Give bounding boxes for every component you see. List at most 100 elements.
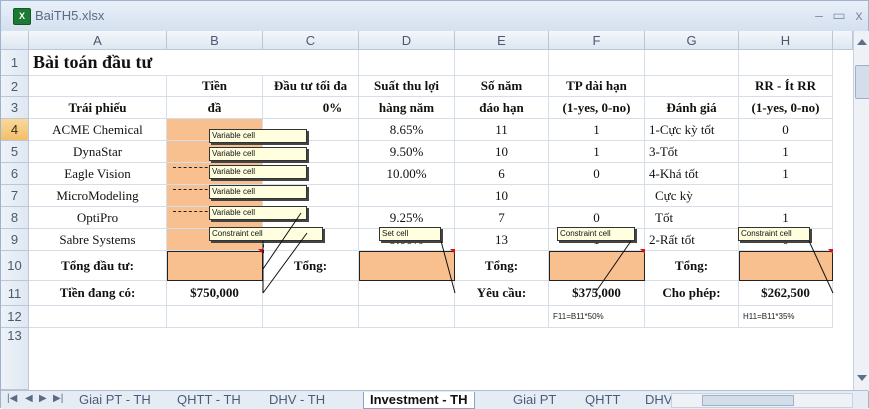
cell-d3[interactable]: hàng năm xyxy=(359,97,455,119)
required-formula-note[interactable]: F11=B11*50% xyxy=(549,306,645,328)
scroll-thumb[interactable] xyxy=(855,65,869,99)
cell-a12[interactable] xyxy=(29,306,167,328)
allowed-label[interactable]: Cho phép: xyxy=(645,281,739,306)
cell-h2[interactable]: RR - Ít RR xyxy=(739,76,833,97)
row-header[interactable]: 10 xyxy=(1,251,29,281)
cell-d2[interactable]: Suất thu lợi xyxy=(359,76,455,97)
rating[interactable]: Tốt xyxy=(645,207,739,229)
total-invest-cell[interactable] xyxy=(167,251,263,281)
last-sheet-icon[interactable]: ▶| xyxy=(53,393,63,404)
sheet-tab[interactable]: Giai PT xyxy=(507,392,562,408)
minimize-button[interactable]: – xyxy=(811,7,827,23)
total-invest-label[interactable]: Tổng đầu tư: xyxy=(29,251,167,281)
vertical-scrollbar[interactable] xyxy=(853,31,869,391)
cell-h1[interactable] xyxy=(739,50,833,76)
sheet-tab-active[interactable]: Investment - TH xyxy=(363,392,475,409)
column-header-d[interactable]: D xyxy=(359,31,455,50)
annual-return[interactable]: 9.25% xyxy=(359,207,455,229)
row-header[interactable]: 3 xyxy=(1,97,29,119)
bond-name[interactable]: ACME Chemical xyxy=(29,119,167,141)
column-header-f[interactable]: F xyxy=(549,31,645,50)
row-header[interactable]: 7 xyxy=(1,185,29,207)
cell-d12[interactable] xyxy=(359,306,455,328)
rating[interactable]: 2-Rất tốt xyxy=(645,229,739,251)
cell-c3[interactable]: 0% xyxy=(263,97,359,119)
available-money-label[interactable]: Tiền đang có: xyxy=(29,281,167,306)
bond-name[interactable]: OptiPro xyxy=(29,207,167,229)
years-to-maturity[interactable]: 10 xyxy=(455,185,549,207)
cell-f2[interactable]: TP dài hạn xyxy=(549,76,645,97)
allowed-formula-note[interactable]: H11=B11*35% xyxy=(739,306,833,328)
cell-a3[interactable]: Trái phiếu xyxy=(29,97,167,119)
years-to-maturity[interactable]: 10 xyxy=(455,141,549,163)
cell-b3[interactable]: đầ xyxy=(167,97,263,119)
column-header-g[interactable]: G xyxy=(645,31,739,50)
scroll-down-icon[interactable] xyxy=(857,375,867,381)
column-header-a[interactable]: A xyxy=(29,31,167,50)
bond-name[interactable]: Sabre Systems xyxy=(29,229,167,251)
annual-return[interactable]: 10.00% xyxy=(359,163,455,185)
row-header[interactable]: 4 xyxy=(1,119,29,141)
close-button[interactable]: x xyxy=(851,7,867,23)
total-label-g[interactable]: Tổng: xyxy=(645,251,739,281)
next-sheet-icon[interactable]: ▶ xyxy=(39,393,47,404)
long-term-flag[interactable]: 1 xyxy=(549,119,645,141)
cell-e1[interactable] xyxy=(455,50,549,76)
annual-return[interactable]: 9.50% xyxy=(359,141,455,163)
cell-d11[interactable] xyxy=(359,281,455,306)
variable-cell-note[interactable]: Variable cell xyxy=(209,147,307,161)
variable-cell-note[interactable]: Variable cell xyxy=(209,185,307,199)
available-money-value[interactable]: $750,000 xyxy=(167,281,263,306)
row-header[interactable]: 9 xyxy=(1,229,29,251)
column-header-e[interactable]: E xyxy=(455,31,549,50)
total-long-term-cell[interactable] xyxy=(549,251,645,281)
horizontal-scrollbar[interactable] xyxy=(671,393,853,408)
constraint-cell-note[interactable]: Constraint cell xyxy=(209,227,323,241)
total-return-cell[interactable] xyxy=(359,251,455,281)
cell-g1[interactable] xyxy=(645,50,739,76)
risk-flag[interactable] xyxy=(739,185,833,207)
long-term-flag[interactable]: 1 xyxy=(549,141,645,163)
sheet-tab[interactable]: DHV - TH xyxy=(263,392,331,408)
cell-d1[interactable] xyxy=(359,50,455,76)
variable-cell-note[interactable]: Variable cell xyxy=(209,206,307,220)
cell-a2[interactable] xyxy=(29,76,167,97)
annual-return[interactable] xyxy=(359,185,455,207)
column-header-h[interactable]: H xyxy=(739,31,833,50)
row-header[interactable]: 11 xyxy=(1,281,29,306)
risk-flag[interactable]: 0 xyxy=(739,119,833,141)
years-to-maturity[interactable]: 11 xyxy=(455,119,549,141)
total-risk-cell[interactable] xyxy=(739,251,833,281)
sheet-tab[interactable]: Giai PT - TH xyxy=(73,392,157,408)
cell-f3[interactable]: (1-yes, 0-no) xyxy=(549,97,645,119)
bond-name[interactable]: DynaStar xyxy=(29,141,167,163)
years-to-maturity[interactable]: 6 xyxy=(455,163,549,185)
cell-e2[interactable]: Số năm xyxy=(455,76,549,97)
rating[interactable]: 1-Cực kỳ tốt xyxy=(645,119,739,141)
cell-e3[interactable]: đáo hạn xyxy=(455,97,549,119)
set-cell-note[interactable]: Set cell xyxy=(379,227,441,241)
required-value[interactable]: $375,000 xyxy=(549,281,645,306)
cell-c12[interactable] xyxy=(263,306,359,328)
variable-cell-note[interactable]: Variable cell xyxy=(209,129,307,143)
risk-flag[interactable]: 1 xyxy=(739,163,833,185)
scroll-up-icon[interactable] xyxy=(857,39,867,45)
sheet-tab[interactable]: QHTT - TH xyxy=(171,392,247,408)
cell-e12[interactable] xyxy=(455,306,549,328)
horizontal-scroll-thumb[interactable] xyxy=(702,395,794,406)
row-header[interactable]: 12 xyxy=(1,306,29,328)
row-header[interactable]: 8 xyxy=(1,207,29,229)
row-header[interactable]: 5 xyxy=(1,141,29,163)
rating[interactable]: Cực kỳ xyxy=(645,185,739,207)
constraint-cell-note[interactable]: Constraint cell xyxy=(738,227,810,241)
constraint-cell-note[interactable]: Constraint cell xyxy=(557,227,635,241)
select-all-corner[interactable] xyxy=(1,31,29,50)
bond-name[interactable]: Eagle Vision xyxy=(29,163,167,185)
bond-name[interactable]: MicroModeling xyxy=(29,185,167,207)
first-sheet-icon[interactable]: |◀ xyxy=(7,393,17,404)
risk-flag[interactable]: 1 xyxy=(739,207,833,229)
restore-button[interactable]: ▭ xyxy=(831,7,847,24)
total-label-c[interactable]: Tổng: xyxy=(263,251,359,281)
cell-g3[interactable]: Đánh giá xyxy=(645,97,739,119)
column-header-c[interactable]: C xyxy=(263,31,359,50)
